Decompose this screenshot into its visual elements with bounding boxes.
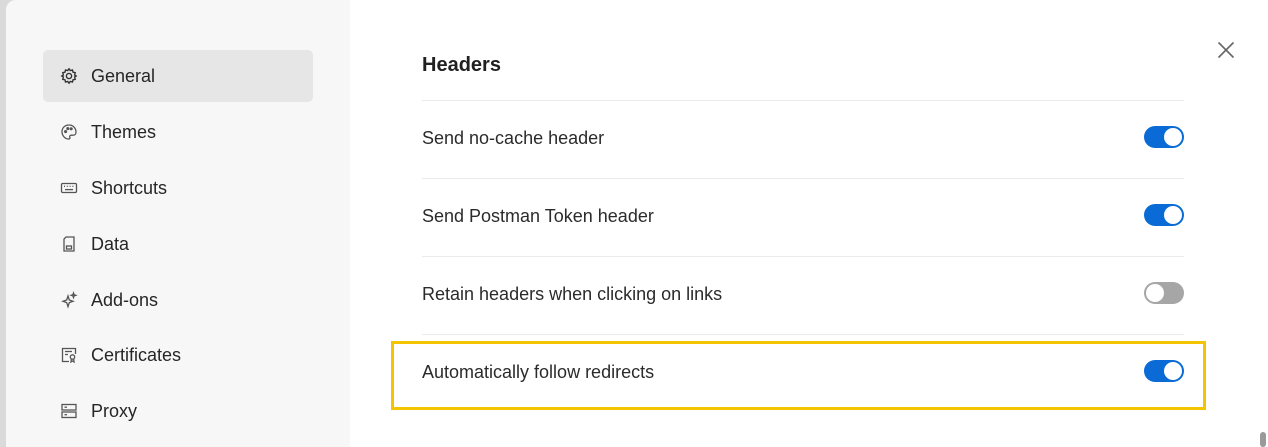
close-button[interactable]: [1214, 38, 1238, 62]
sidebar-item-themes[interactable]: Themes: [43, 106, 313, 158]
setting-label-retain-headers: Retain headers when clicking on links: [422, 284, 723, 304]
sidebar-item-shortcuts[interactable]: Shortcuts: [43, 162, 313, 214]
sidebar-item-label: Shortcuts: [91, 177, 168, 198]
sidebar-item-label: Add-ons: [91, 289, 159, 310]
settings-sidebar: General Themes Shortcuts Data Add-ons Ce…: [6, 0, 350, 447]
sidebar-item-label: Data: [91, 233, 130, 254]
settings-content: Headers Send no-cache header Send Postma…: [350, 0, 1268, 447]
close-icon: [1217, 41, 1235, 59]
divider: [422, 334, 1184, 335]
sidebar-item-proxy[interactable]: Proxy: [43, 385, 313, 437]
toggle-knob: [1146, 284, 1164, 302]
toggle-knob: [1164, 128, 1182, 146]
sidebar-item-general[interactable]: General: [43, 50, 313, 102]
sidebar-item-label: General: [91, 65, 156, 86]
section-title: Headers: [422, 54, 501, 76]
toggle-knob: [1164, 206, 1182, 224]
sd-card-icon: [60, 235, 78, 253]
gear-icon: [60, 67, 78, 85]
server-icon: [60, 402, 78, 420]
sparkle-icon: [60, 291, 78, 309]
setting-label-postman-token: Send Postman Token header: [422, 206, 654, 226]
sidebar-item-data[interactable]: Data: [43, 218, 313, 270]
divider: [422, 256, 1184, 257]
certificate-icon: [60, 346, 78, 364]
scrollbar-thumb[interactable]: [1260, 432, 1266, 447]
sidebar-item-label: Certificates: [91, 344, 182, 365]
sidebar-item-add-ons[interactable]: Add-ons: [43, 274, 313, 326]
sidebar-item-label: Themes: [91, 121, 157, 142]
toggle-no-cache[interactable]: [1144, 126, 1184, 148]
divider: [422, 178, 1184, 179]
toggle-retain-headers[interactable]: [1144, 282, 1184, 304]
divider: [422, 100, 1184, 101]
setting-label-no-cache: Send no-cache header: [422, 128, 605, 148]
toggle-postman-token[interactable]: [1144, 204, 1184, 226]
sidebar-item-certificates[interactable]: Certificates: [43, 329, 313, 381]
settings-modal: General Themes Shortcuts Data Add-ons Ce…: [6, 0, 1268, 447]
keyboard-icon: [60, 179, 78, 197]
highlight-box: [391, 341, 1206, 410]
palette-icon: [60, 123, 78, 141]
sidebar-item-label: Proxy: [91, 400, 138, 421]
